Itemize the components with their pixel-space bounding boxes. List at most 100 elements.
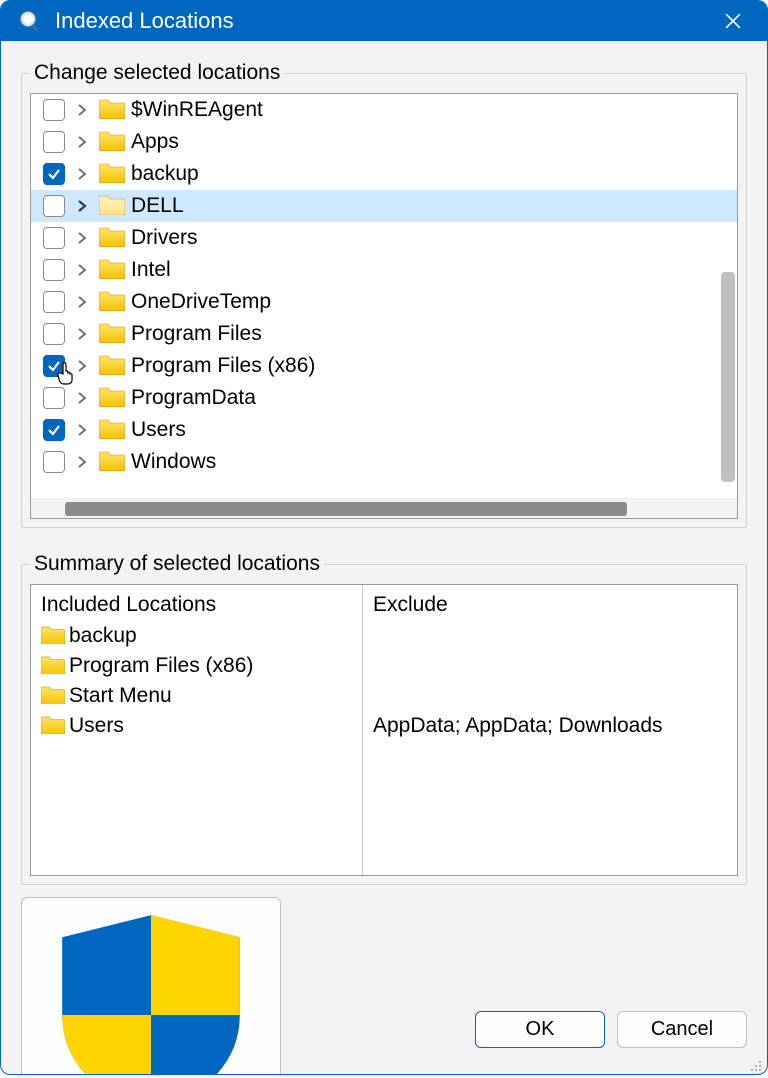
tree-row[interactable]: ProgramData [31,382,737,414]
folder-icon [99,99,125,121]
checkbox[interactable] [43,355,65,377]
folder-icon [99,227,125,249]
exclude-item [373,651,727,681]
summary-group: Summary of selected locations Included L… [21,552,747,885]
tree-item-label: $WinREAgent [131,98,263,122]
chevron-right-icon[interactable] [71,232,93,244]
resize-grip[interactable] [748,1055,762,1069]
tree-item-label: DELL [131,194,184,218]
tree-item-label: OneDriveTemp [131,290,271,314]
checkbox[interactable] [43,131,65,153]
folder-icon [41,686,65,706]
included-item[interactable]: Program Files (x86) [41,651,352,681]
chevron-right-icon[interactable] [71,200,93,212]
folder-icon [41,656,65,676]
tree-item-label: Program Files (x86) [131,354,315,378]
folder-icon [99,291,125,313]
cancel-button[interactable]: Cancel [617,1011,747,1048]
window-title: Indexed Locations [55,8,713,34]
tree-row[interactable]: Users [31,414,737,446]
checkbox[interactable] [43,323,65,345]
change-locations-group: Change selected locations $WinREAgent App… [21,61,747,528]
folder-icon [99,355,125,377]
exclude-item [373,621,727,651]
change-locations-legend: Change selected locations [30,61,284,85]
button-row: Show all locations OK Cancel [1,897,767,1075]
horizontal-scrollbar-track[interactable] [31,498,737,518]
tree-row[interactable]: backup [31,158,737,190]
tree-row[interactable]: OneDriveTemp [31,286,737,318]
tree-item-label: Apps [131,130,179,154]
folder-icon [99,195,125,217]
included-header: Included Locations [41,591,352,621]
exclude-item-text: AppData; AppData; Downloads [373,714,663,738]
included-item-label: backup [69,624,137,648]
tree-row[interactable]: Program Files [31,318,737,350]
tree-item-label: Drivers [131,226,198,250]
folder-icon [99,259,125,281]
horizontal-scrollbar-thumb[interactable] [65,502,627,516]
checkbox[interactable] [43,195,65,217]
chevron-right-icon[interactable] [71,264,93,276]
checkbox[interactable] [43,227,65,249]
tree-row[interactable]: $WinREAgent [31,94,737,126]
close-button[interactable] [713,1,753,41]
vertical-scrollbar[interactable] [721,272,735,482]
exclude-item: AppData; AppData; Downloads [373,711,727,741]
checkbox[interactable] [43,163,65,185]
show-all-locations-button[interactable]: Show all locations [21,897,281,1075]
tree-row[interactable]: Windows [31,446,737,478]
summary-list: Included Locations backup Program Files (… [30,584,738,876]
tree-row[interactable]: DELL [31,190,737,222]
magnifier-icon [17,8,43,34]
chevron-right-icon[interactable] [71,296,93,308]
exclude-column: Exclude AppData; AppData; Downloads [363,585,737,875]
included-item-label: Users [69,714,124,738]
chevron-right-icon[interactable] [71,456,93,468]
exclude-item [373,681,727,711]
dialog-window: Indexed Locations Change selected locati… [0,0,768,1075]
tree-item-label: Users [131,418,186,442]
chevron-right-icon[interactable] [71,392,93,404]
folder-icon [99,131,125,153]
folder-icon [99,323,125,345]
checkbox[interactable] [43,419,65,441]
checkbox[interactable] [43,291,65,313]
checkbox[interactable] [43,99,65,121]
chevron-right-icon[interactable] [71,424,93,436]
tree-item-label: Windows [131,450,216,474]
ok-button[interactable]: OK [475,1011,605,1048]
checkbox[interactable] [43,387,65,409]
folder-icon [41,626,65,646]
included-item[interactable]: Users [41,711,352,741]
folder-icon [99,163,125,185]
folder-icon [41,716,65,736]
dialog-content: Change selected locations $WinREAgent App… [1,41,767,897]
checkbox[interactable] [43,259,65,281]
title-bar: Indexed Locations [1,1,767,41]
tree-item-label: Program Files [131,322,262,346]
chevron-right-icon[interactable] [71,104,93,116]
included-item-label: Start Menu [69,684,172,708]
chevron-right-icon[interactable] [71,328,93,340]
exclude-header: Exclude [373,591,727,621]
tree-row[interactable]: Drivers [31,222,737,254]
tree-row[interactable]: Program Files (x86) [31,350,737,382]
close-icon [725,13,741,29]
tree-item-label: backup [131,162,199,186]
tree-row[interactable]: Apps [31,126,737,158]
locations-tree[interactable]: $WinREAgent Apps backup DELL Drivers Intel One… [30,93,738,519]
tree-item-label: ProgramData [131,386,256,410]
folder-icon [99,387,125,409]
chevron-right-icon[interactable] [71,168,93,180]
included-item[interactable]: Start Menu [41,681,352,711]
chevron-right-icon[interactable] [71,360,93,372]
folder-icon [99,451,125,473]
included-item-label: Program Files (x86) [69,654,253,678]
tree-row[interactable]: Intel [31,254,737,286]
summary-legend: Summary of selected locations [30,552,324,576]
included-item[interactable]: backup [41,621,352,651]
included-column: Included Locations backup Program Files (… [31,585,363,875]
checkbox[interactable] [43,451,65,473]
chevron-right-icon[interactable] [71,136,93,148]
